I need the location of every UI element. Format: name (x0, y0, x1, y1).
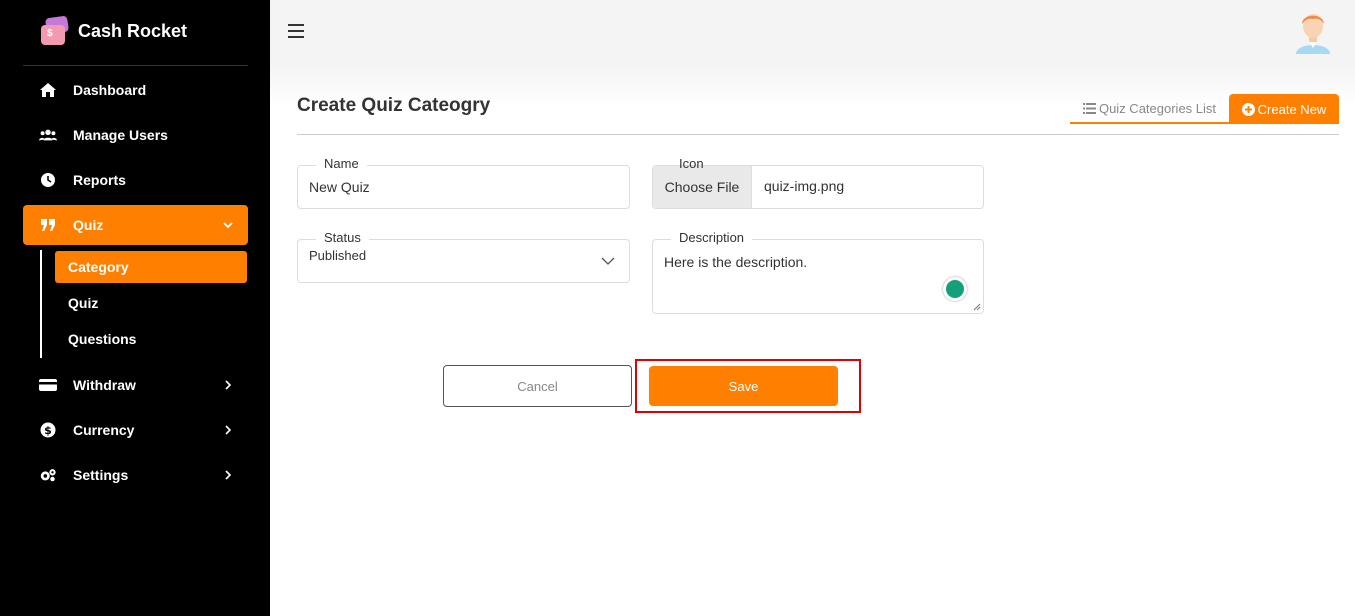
sidebar-item-manage-users[interactable]: Manage Users (23, 115, 248, 155)
chevron-down-icon (601, 257, 615, 265)
sidebar-subitem-label: Questions (68, 331, 137, 347)
chevron-down-icon (220, 217, 236, 233)
status-label: Status (316, 230, 369, 245)
sidebar-item-currency[interactable]: $ Currency (23, 410, 248, 450)
sidebar-item-label: Manage Users (73, 127, 168, 143)
dollar-circle-icon: $ (39, 421, 57, 439)
brand[interactable]: $ Cash Rocket (40, 14, 187, 48)
tab-quiz-categories-list[interactable]: Quiz Categories List (1070, 94, 1229, 124)
users-icon (39, 126, 57, 144)
create-new-button[interactable]: Create New (1229, 94, 1339, 124)
submenu-line (40, 250, 42, 358)
sidebar-subitem-quiz[interactable]: Quiz (55, 287, 247, 319)
icon-file-field[interactable]: Choose File Icon quiz-img.png (652, 156, 984, 209)
chevron-right-icon (220, 422, 236, 438)
sidebar-item-label: Reports (73, 172, 126, 188)
icon-label: Icon (679, 156, 704, 171)
save-button[interactable]: Save (649, 366, 838, 406)
clock-icon (39, 171, 57, 189)
file-name: quiz-img.png (764, 178, 845, 194)
status-select[interactable]: Status Published (297, 230, 630, 283)
topbar (270, 0, 1355, 66)
avatar[interactable] (1293, 10, 1333, 54)
home-icon (39, 81, 57, 99)
plus-circle-icon (1241, 102, 1255, 116)
status-value: Published (309, 248, 367, 263)
menu-icon[interactable] (288, 24, 304, 38)
sidebar-subitem-label: Quiz (68, 295, 99, 311)
resize-handle-icon[interactable] (973, 303, 981, 311)
credit-card-icon (39, 376, 57, 394)
title-divider (297, 134, 1339, 135)
sidebar-item-settings[interactable]: Settings (23, 455, 248, 495)
sidebar-item-label: Withdraw (73, 377, 136, 393)
sidebar-subitem-label: Category (68, 259, 129, 275)
brand-name: Cash Rocket (78, 20, 188, 41)
chevron-right-icon (220, 467, 236, 483)
tab-label: Create New (1257, 101, 1327, 117)
sidebar-subitem-category[interactable]: Category (55, 251, 247, 283)
sidebar-item-withdraw[interactable]: Withdraw (23, 365, 248, 405)
cancel-button[interactable]: Cancel (443, 365, 632, 407)
list-icon (1082, 102, 1096, 114)
sidebar-item-label: Quiz (73, 217, 104, 233)
page-title: Create Quiz Cateogry (297, 95, 491, 116)
choose-file-button[interactable]: Choose File (653, 166, 752, 208)
description-value: Here is the description. (664, 254, 808, 270)
quote-icon (39, 216, 57, 234)
name-label: Name (316, 156, 367, 171)
name-value: New Quiz (309, 179, 370, 195)
sidebar-subitem-questions[interactable]: Questions (55, 323, 247, 355)
sidebar-item-label: Settings (73, 467, 129, 483)
sidebar-item-dashboard[interactable]: Dashboard (23, 70, 248, 110)
name-field[interactable]: Name New Quiz (297, 156, 630, 209)
description-textarea[interactable]: Description Here is the description. (652, 230, 984, 314)
chevron-right-icon (220, 377, 236, 393)
sidebar-item-reports[interactable]: Reports (23, 160, 248, 200)
cash-logo-icon: $ (40, 15, 70, 47)
divider (23, 65, 248, 66)
sidebar-item-quiz[interactable]: Quiz (23, 205, 248, 245)
sidebar: $ Cash Rocket Dashboard Manage Users Rep… (0, 0, 270, 616)
gears-icon (39, 466, 57, 484)
sidebar-item-label: Currency (73, 422, 135, 438)
tab-label: Quiz Categories List (1098, 100, 1217, 116)
grammarly-icon[interactable] (943, 277, 967, 301)
description-label: Description (671, 230, 753, 245)
sidebar-item-label: Dashboard (73, 82, 147, 98)
svg-text:$: $ (44, 424, 52, 437)
